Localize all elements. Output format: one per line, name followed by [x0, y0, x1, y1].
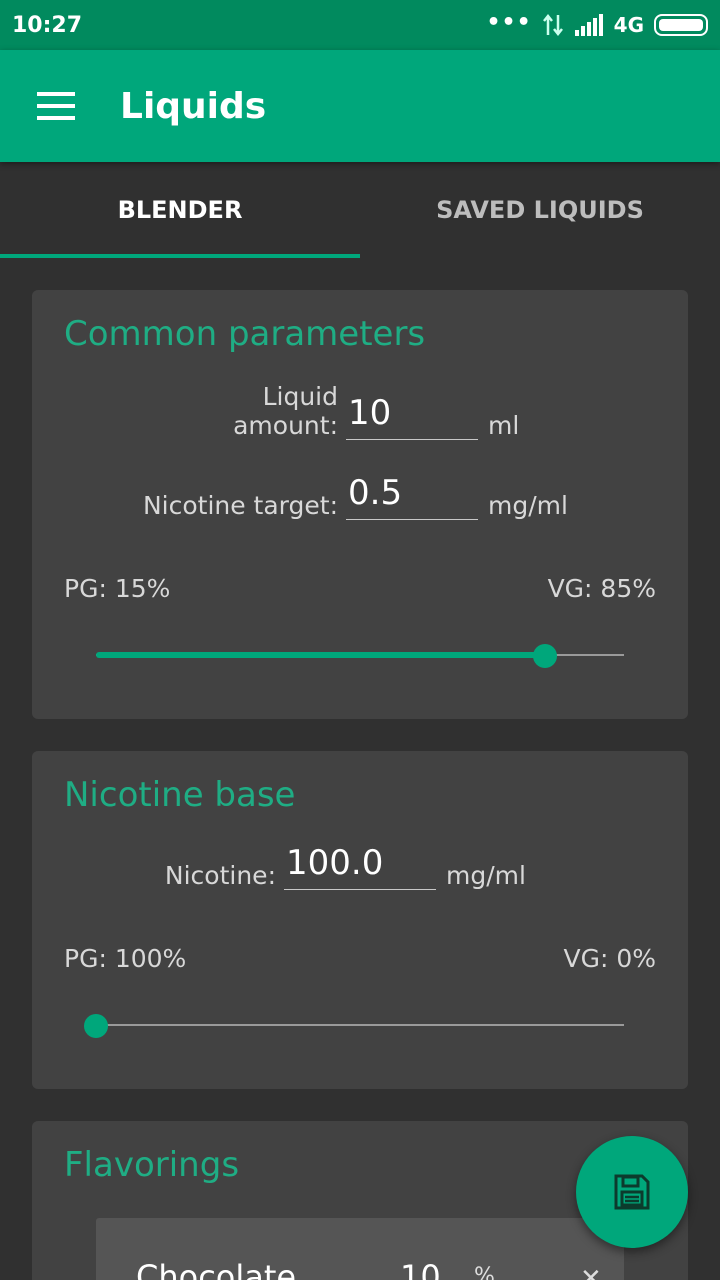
slider-fill: [96, 652, 545, 658]
slider-thumb[interactable]: [84, 1014, 108, 1038]
tab-saved-liquids[interactable]: SAVED LIQUIDS: [360, 162, 720, 258]
vg-ratio-label: VG: 0%: [563, 944, 656, 973]
liquid-amount-label: Liquid amount:: [233, 382, 338, 440]
menu-button[interactable]: [0, 50, 112, 162]
status-time: 10:27: [12, 12, 83, 38]
nicotine-pg-vg-slider[interactable]: [84, 1010, 624, 1040]
status-icons: ••• 4G: [486, 9, 708, 37]
pg-vg-slider[interactable]: [96, 640, 624, 670]
pg-ratio-label: PG: 15%: [64, 574, 171, 603]
network-type: 4G: [613, 13, 644, 37]
nicotine-target-label: Nicotine target:: [142, 491, 338, 520]
page-title: Liquids: [120, 85, 267, 127]
menu-icon: [37, 92, 75, 120]
nicotine-target-unit: mg/ml: [488, 491, 568, 520]
nicotine-label: Nicotine:: [164, 861, 276, 890]
tab-blender[interactable]: BLENDER: [0, 162, 360, 258]
nicotine-base-title: Nicotine base: [64, 775, 296, 815]
save-button[interactable]: [576, 1136, 688, 1248]
flavoring-item[interactable]: Chocolate 10 % ✕: [96, 1218, 624, 1280]
data-transfer-icon: [542, 13, 563, 37]
nicotine-target-input[interactable]: 0.5: [346, 473, 478, 520]
save-icon: [614, 1174, 650, 1210]
nicotine-row: Nicotine: 100.0 mg/ml: [164, 843, 526, 890]
liquid-amount-input[interactable]: 10: [346, 393, 478, 440]
notification-dots: •••: [486, 9, 532, 35]
nicotine-target-row: Nicotine target: 0.5 mg/ml: [137, 473, 568, 520]
pg-ratio-label: PG: 100%: [64, 944, 187, 973]
flavoring-value[interactable]: 10: [400, 1258, 441, 1280]
slider-thumb[interactable]: [532, 644, 557, 668]
signal-icon: [574, 14, 603, 36]
status-bar: 10:27 ••• 4G: [0, 0, 720, 50]
common-parameters-title: Common parameters: [64, 314, 426, 354]
battery-icon: [654, 14, 708, 36]
tab-bar: BLENDER SAVED LIQUIDS: [0, 162, 720, 258]
nicotine-base-card: Nicotine base Nicotine: 100.0 mg/ml PG: …: [32, 751, 688, 1089]
flavoring-name: Chocolate: [136, 1258, 297, 1280]
app-bar: Liquids: [0, 50, 720, 162]
flavoring-unit: %: [474, 1264, 495, 1280]
liquid-amount-row: Liquid amount: 10 ml: [153, 382, 519, 440]
nicotine-unit: mg/ml: [446, 861, 526, 890]
nicotine-input[interactable]: 100.0: [284, 843, 436, 890]
close-icon[interactable]: ✕: [580, 1264, 602, 1280]
common-parameters-card: Common parameters Liquid amount: 10 ml N…: [32, 290, 688, 719]
flavorings-title: Flavorings: [64, 1145, 240, 1185]
vg-ratio-label: VG: 85%: [547, 574, 656, 603]
liquid-amount-unit: ml: [488, 411, 520, 440]
